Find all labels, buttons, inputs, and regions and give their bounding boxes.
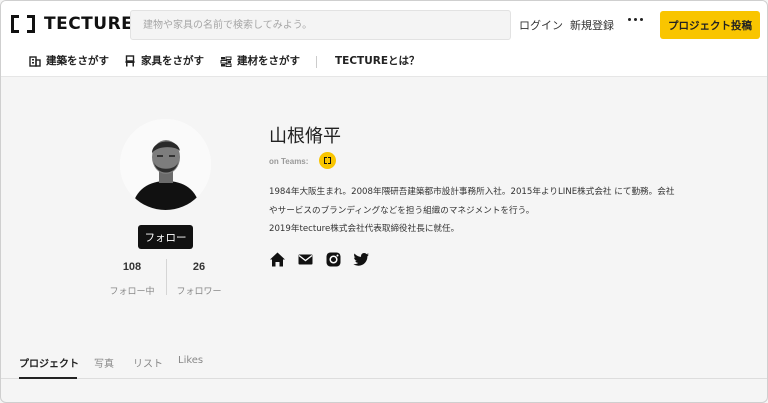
- page-frame: TECTURE ログイン 新規登録 プロジェクト投稿 建築をさがす: [0, 0, 768, 403]
- twitter-icon[interactable]: [353, 251, 370, 268]
- main-nav: 建築をさがす 家具をさがす 建材をさがす TECTUREとは？: [1, 53, 767, 71]
- nav-divider: [316, 56, 317, 68]
- following-label: フォロー中: [109, 287, 155, 297]
- tab-lists[interactable]: リスト: [133, 355, 163, 370]
- tab-likes[interactable]: Likes: [178, 355, 203, 366]
- tabs-divider: [1, 378, 767, 379]
- nav-item-architecture[interactable]: 建築をさがす: [29, 53, 109, 68]
- bio-line: 2019年tecture株式会社代表取締役社長に就任。: [269, 224, 460, 234]
- building-icon: [29, 55, 41, 67]
- logo-text: TECTURE: [44, 14, 134, 34]
- team-logo-icon[interactable]: [319, 152, 336, 169]
- nav-item-about[interactable]: TECTUREとは？: [335, 53, 420, 68]
- nav-item-materials[interactable]: 建材をさがす: [220, 53, 300, 68]
- follow-button[interactable]: フォロー: [138, 225, 193, 249]
- home-icon[interactable]: [269, 251, 286, 268]
- tab-projects[interactable]: プロジェクト: [19, 355, 79, 370]
- header: TECTURE ログイン 新規登録 プロジェクト投稿 建築をさがす: [1, 1, 767, 77]
- followers-count: 26: [192, 261, 206, 273]
- following-count: 108: [122, 261, 142, 273]
- nav-item-label: TECTUREとは？: [335, 55, 420, 67]
- logo-mark-icon: [9, 13, 39, 35]
- search-input[interactable]: [130, 10, 511, 40]
- nav-item-furniture[interactable]: 家具をさがす: [124, 53, 204, 68]
- nav-item-label: 建材をさがす: [237, 55, 300, 67]
- profile-name: 山根脩平: [269, 126, 341, 147]
- instagram-icon[interactable]: [325, 251, 342, 268]
- nav-item-label: 建築をさがす: [46, 55, 109, 67]
- post-project-button[interactable]: プロジェクト投稿: [660, 11, 760, 39]
- bio-line: 1984年大阪生まれ。2008年隈研吾建築都市設計事務所入社。2015年よりLI…: [269, 187, 675, 197]
- bricks-icon: [220, 56, 232, 67]
- tab-photos[interactable]: 写真: [94, 355, 114, 370]
- followers-stat[interactable]: 26 フォロワー: [169, 261, 229, 297]
- login-link[interactable]: ログイン: [519, 17, 563, 33]
- more-dots-icon[interactable]: [628, 18, 643, 21]
- active-tab-indicator: [19, 377, 77, 379]
- avatar: [120, 119, 211, 210]
- mail-icon[interactable]: [297, 251, 314, 268]
- nav-item-label: 家具をさがす: [141, 55, 204, 67]
- chair-icon: [125, 54, 135, 66]
- social-links: [269, 251, 370, 268]
- signup-link[interactable]: 新規登録: [570, 17, 614, 33]
- bio-line: やサービスのブランディングなどを担う組織のマネジメントを行う。: [269, 206, 535, 216]
- stats-divider: [166, 259, 167, 295]
- followers-label: フォロワー: [176, 287, 222, 297]
- teams-label: on Teams:: [269, 157, 309, 166]
- logo[interactable]: TECTURE: [9, 13, 133, 35]
- following-stat[interactable]: 108 フォロー中: [102, 261, 162, 297]
